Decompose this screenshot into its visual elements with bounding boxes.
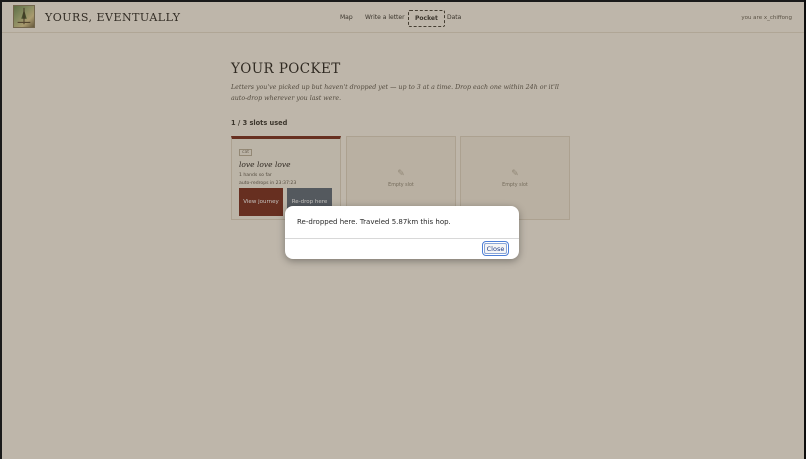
close-button[interactable]: Close	[482, 241, 509, 256]
dialog-message: Re-dropped here. Traveled 5.87km this ho…	[297, 218, 451, 226]
alert-dialog: Re-dropped here. Traveled 5.87km this ho…	[285, 206, 519, 259]
app-window: YOURS, EVENTUALLY Map Write a letter Poc…	[2, 2, 805, 459]
dialog-divider	[285, 238, 519, 239]
